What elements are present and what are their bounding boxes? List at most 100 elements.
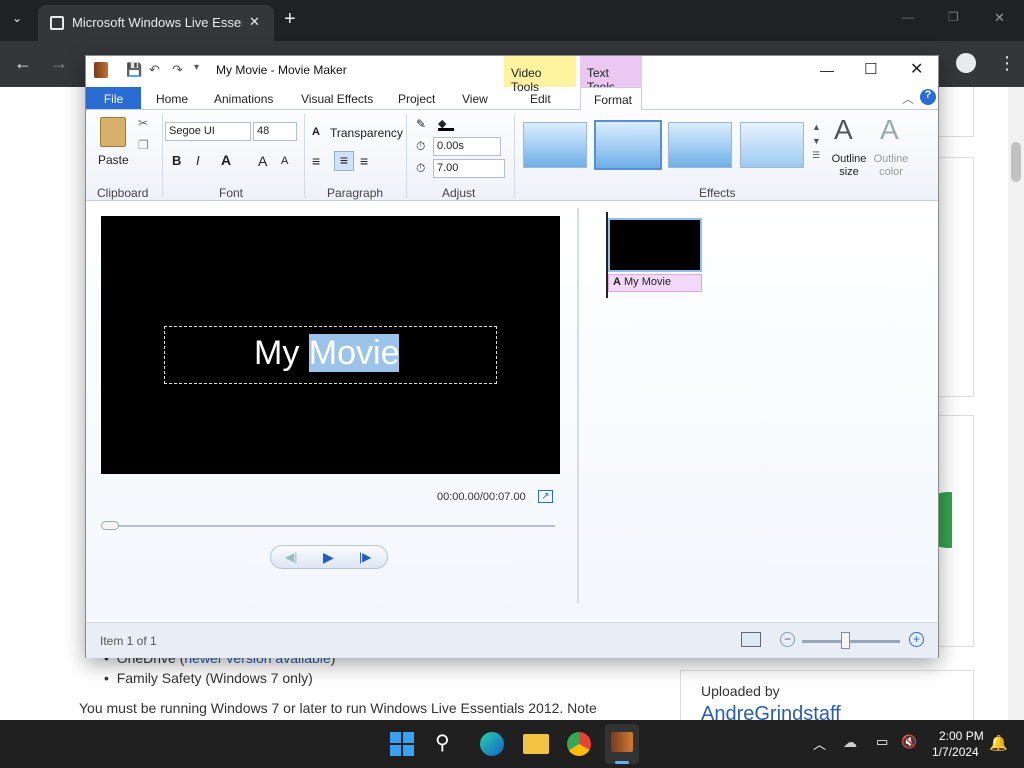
- zoom-thumb[interactable]: [841, 632, 850, 649]
- outline-color-button[interactable]: Outline color: [869, 153, 913, 179]
- effect-thumbnail[interactable]: [740, 122, 804, 168]
- clock-time[interactable]: 2:00 PM: [939, 729, 984, 743]
- duration-select[interactable]: 7.00: [433, 159, 505, 178]
- scrollbar-thumb[interactable]: [1011, 142, 1021, 182]
- show-hidden-icons[interactable]: ︿: [813, 734, 826, 753]
- caption-plain: My: [254, 334, 309, 372]
- close-button[interactable]: ✕: [910, 59, 923, 79]
- paste-icon[interactable]: [100, 117, 126, 147]
- undo-icon[interactable]: ↶: [149, 62, 160, 78]
- minimize-ribbon-icon[interactable]: ︿: [902, 90, 914, 107]
- tab-visual-effects[interactable]: Visual Effects: [301, 89, 373, 106]
- paste-button[interactable]: Paste: [98, 153, 129, 167]
- font-family-select[interactable]: Segoe UI: [165, 122, 251, 141]
- align-left-icon[interactable]: ≡: [312, 153, 320, 169]
- page-scrollbar[interactable]: [1008, 87, 1024, 720]
- movie-maker-app-icon: [94, 62, 108, 78]
- tab-animations[interactable]: Animations: [214, 89, 273, 106]
- effect-thumbnail[interactable]: [668, 122, 732, 168]
- tab-search-icon[interactable]: ⌄: [12, 11, 22, 25]
- align-right-icon[interactable]: ≡: [360, 153, 368, 169]
- pane-divider[interactable]: [577, 208, 579, 603]
- outline-size-icon: A: [834, 114, 853, 145]
- effect-thumbnail[interactable]: [523, 122, 587, 168]
- outline-size-button[interactable]: Outline size: [828, 153, 870, 179]
- edge-dev-icon[interactable]: [480, 732, 504, 756]
- profile-avatar[interactable]: [956, 53, 976, 73]
- bold-button[interactable]: B: [172, 153, 181, 168]
- font-group-label: Font: [219, 186, 244, 200]
- help-icon[interactable]: ?: [920, 89, 936, 105]
- grow-font-button[interactable]: A: [258, 153, 267, 169]
- seek-bar[interactable]: [103, 525, 555, 527]
- site-favicon-icon: [50, 16, 64, 30]
- zoom-in-icon[interactable]: +: [909, 632, 924, 647]
- file-explorer-icon[interactable]: [523, 734, 549, 754]
- font-size-select[interactable]: 48: [253, 122, 297, 141]
- network-icon[interactable]: ▭: [876, 734, 888, 750]
- transparency-button[interactable]: Transparency: [330, 126, 403, 140]
- thumbnail-size-icon[interactable]: [741, 632, 761, 647]
- close-tab-icon[interactable]: ✕: [249, 14, 260, 30]
- tab-edit[interactable]: Edit: [530, 89, 551, 106]
- clipboard-group-label: Clipboard: [97, 186, 149, 200]
- browser-menu-icon[interactable]: ⋮: [998, 53, 1016, 74]
- seek-thumb[interactable]: [101, 521, 119, 530]
- fullscreen-icon[interactable]: ↗: [538, 490, 553, 503]
- notifications-icon[interactable]: 🔔: [989, 734, 1008, 752]
- minimize-button[interactable]: —: [820, 62, 834, 78]
- save-icon[interactable]: 💾: [126, 62, 142, 78]
- minimize-browser-button[interactable]: —: [902, 10, 914, 24]
- adjust-group-label: Adjust: [442, 186, 476, 200]
- outline-color-icon: A: [880, 114, 899, 145]
- forward-icon[interactable]: →: [50, 53, 68, 74]
- clock-date[interactable]: 1/7/2024: [932, 745, 979, 759]
- storyboard-clip[interactable]: [608, 218, 702, 272]
- effect-thumbnail-selected[interactable]: [594, 120, 662, 170]
- file-tab[interactable]: File: [86, 87, 141, 109]
- previous-frame-button[interactable]: ◀|: [285, 550, 297, 564]
- close-browser-button[interactable]: ✕: [994, 10, 1005, 26]
- text-color-icon[interactable]: ✎: [416, 117, 426, 131]
- background-color-icon[interactable]: ◆: [438, 117, 454, 131]
- font-color-button[interactable]: A: [221, 152, 231, 168]
- shrink-font-button[interactable]: A: [281, 155, 288, 167]
- movie-maker-taskbar-icon[interactable]: [605, 724, 639, 764]
- play-button[interactable]: ▶: [323, 549, 334, 566]
- italic-button[interactable]: I: [196, 153, 200, 168]
- storyboard-caption-bar[interactable]: A My Movie: [608, 274, 702, 292]
- video-preview[interactable]: My Movie: [101, 216, 560, 474]
- copy-icon[interactable]: ❐: [138, 138, 149, 152]
- uploaded-by-label: Uploaded by: [701, 683, 780, 699]
- maximize-button[interactable]: ☐: [864, 60, 877, 78]
- volume-muted-icon[interactable]: 🔇: [901, 734, 917, 750]
- next-frame-button[interactable]: |▶: [359, 550, 371, 564]
- tab-format[interactable]: Format: [580, 87, 642, 110]
- redo-icon[interactable]: ↷: [172, 62, 183, 78]
- movie-maker-glyph-icon: [611, 732, 633, 752]
- start-button[interactable]: [390, 732, 414, 756]
- window-title: My Movie - Movie Maker: [216, 63, 347, 77]
- transparency-icon: A: [312, 126, 320, 138]
- cut-icon[interactable]: ✂: [138, 116, 148, 130]
- new-tab-button[interactable]: +: [284, 8, 296, 31]
- maximize-browser-button[interactable]: ❐: [948, 10, 959, 24]
- playback-controls: ◀| ▶ |▶: [270, 545, 388, 569]
- customize-qat-icon[interactable]: ▾: [194, 62, 199, 73]
- tab-project[interactable]: Project: [398, 89, 435, 106]
- browser-tab[interactable]: Microsoft Windows Live Essenti ✕: [38, 5, 274, 41]
- zoom-out-icon[interactable]: −: [780, 632, 795, 647]
- chrome-icon[interactable]: [567, 732, 591, 756]
- uploader-link[interactable]: AndreGrindstaff: [701, 703, 841, 720]
- align-center-icon[interactable]: ≡: [334, 151, 354, 171]
- text-caption-icon: A: [613, 276, 621, 288]
- effects-scroll-icon[interactable]: ▲ ▼ ☰: [812, 120, 821, 162]
- tab-view[interactable]: View: [462, 89, 488, 106]
- zoom-slider[interactable]: [802, 640, 900, 643]
- start-time-input[interactable]: 0.00s: [433, 137, 501, 156]
- back-icon[interactable]: ←: [14, 53, 32, 74]
- tab-home[interactable]: Home: [156, 89, 188, 106]
- search-icon[interactable]: ⚲: [435, 730, 450, 755]
- onedrive-offline-icon[interactable]: ☁: [843, 734, 857, 751]
- caption-text[interactable]: My Movie: [254, 334, 400, 373]
